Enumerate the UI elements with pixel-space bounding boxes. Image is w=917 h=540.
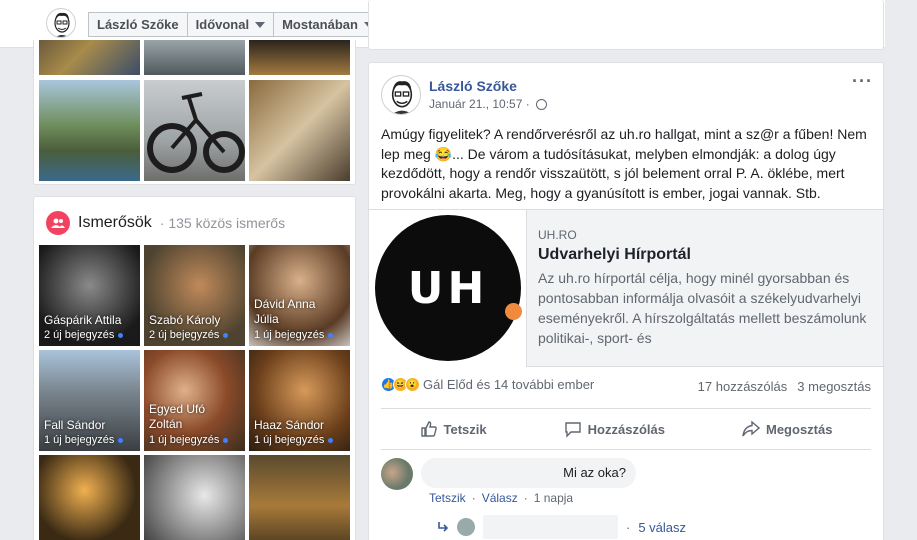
post-author-name[interactable]: László Szőke xyxy=(429,78,517,94)
share-label: Megosztás xyxy=(766,421,833,437)
comment-icon xyxy=(564,422,581,438)
photo-thumbnail[interactable] xyxy=(39,80,140,181)
link-description: Az uh.ro hírportál célja, hogy minél gyo… xyxy=(538,270,867,346)
commenter-avatar[interactable] xyxy=(381,458,413,490)
avatar[interactable] xyxy=(46,8,76,38)
profile-name: László Szőke xyxy=(97,17,179,32)
link-title[interactable]: Udvarhelyi Hírportál xyxy=(538,246,691,264)
new-indicator-icon xyxy=(328,437,334,443)
friend-tile[interactable]: Gáspárik Attila 2 új bejegyzés xyxy=(39,245,140,346)
friend-name[interactable]: Egyed Ufó Zoltán xyxy=(149,402,229,432)
photos-card xyxy=(33,40,356,185)
timeline-dropdown[interactable]: Idővonal xyxy=(188,13,275,36)
comment-time[interactable]: 1 napja xyxy=(534,491,573,505)
link-preview-image[interactable]: UH xyxy=(369,210,527,367)
recent-label: Mostanában xyxy=(282,17,358,32)
post-time-text[interactable]: Január 21., 10:57 · xyxy=(429,97,530,111)
friend-name[interactable]: Dávid Anna Júlia xyxy=(254,297,334,327)
friends-icon xyxy=(46,211,70,235)
friend-post-count: 1 új bejegyzés xyxy=(254,434,334,446)
more-options-icon[interactable]: ··· xyxy=(852,71,873,92)
shares-count[interactable]: 3 megosztás xyxy=(797,379,871,394)
new-indicator-icon xyxy=(118,437,124,443)
logo-accent-dot xyxy=(505,303,522,320)
friends-header: Ismerősök · 135 közös ismerős xyxy=(46,211,285,235)
friend-tile[interactable]: Szabó Károly 2 új bejegyzés xyxy=(144,245,245,346)
reply-avatar xyxy=(457,518,475,536)
timeline-nav: László Szőke Idővonal Mostanában xyxy=(88,12,383,37)
engagement-counts: 17 hozzászólás 3 megosztás xyxy=(698,379,871,394)
new-indicator-icon xyxy=(328,332,334,338)
friends-title[interactable]: Ismerősök xyxy=(78,214,152,232)
photo-thumbnail[interactable] xyxy=(249,40,350,75)
photo-thumbnail[interactable] xyxy=(144,80,245,181)
wow-reaction-icon: 😮 xyxy=(405,377,420,392)
comment-actions: Tetszik · Válasz · 1 napja xyxy=(429,491,574,505)
timeline-label: Idővonal xyxy=(195,17,250,32)
reactions-text[interactable]: Gál Előd és 14 további ember xyxy=(423,377,594,392)
friend-post-count: 2 új bejegyzés xyxy=(149,329,229,341)
friend-tile[interactable]: Haaz Sándor 1 új bejegyzés xyxy=(249,350,350,451)
friend-tile[interactable]: Egyed Ufó Zoltán 1 új bejegyzés xyxy=(144,350,245,451)
profile-name-button[interactable]: László Szőke xyxy=(89,13,188,36)
comments-count[interactable]: 17 hozzászólás xyxy=(698,379,788,394)
photo-thumbnail[interactable] xyxy=(249,80,350,181)
previous-post-bottom xyxy=(368,0,884,50)
link-preview[interactable]: UH UH.RO Udvarhelyi Hírportál Az uh.ro h… xyxy=(369,209,883,367)
comment-label: Hozzászólás xyxy=(587,421,665,437)
friend-tile[interactable]: Fall Sándor 1 új bejegyzés xyxy=(39,350,140,451)
post: László Szőke Január 21., 10:57 · ··· Amú… xyxy=(368,62,884,540)
reply-arrow-icon xyxy=(438,522,449,532)
friend-name[interactable]: Haaz Sándor xyxy=(254,418,324,433)
bicycle-icon xyxy=(147,92,245,173)
friend-tile[interactable] xyxy=(144,455,245,540)
share-button[interactable]: Megosztás xyxy=(742,420,832,438)
link-domain: UH.RO xyxy=(538,228,577,242)
post-body: Amúgy figyelitek? A rendőrverésről az uh… xyxy=(381,126,867,201)
friend-name[interactable]: Gáspárik Attila xyxy=(44,313,121,328)
friend-name[interactable]: Fall Sándor xyxy=(44,418,105,433)
post-actions: Tetszik Hozzászólás Megosztás xyxy=(381,408,871,450)
friend-tile[interactable] xyxy=(249,455,350,540)
replies-count[interactable]: 5 válasz xyxy=(638,520,686,535)
reactions-summary[interactable]: 👍 😆 😮 Gál Előd és 14 további ember xyxy=(381,377,594,392)
friend-tile[interactable]: Dávid Anna Júlia 1 új bejegyzés xyxy=(249,245,350,346)
friend-post-count: 1 új bejegyzés xyxy=(149,434,229,446)
recent-dropdown[interactable]: Mostanában xyxy=(274,13,382,36)
friend-post-count: 1 új bejegyzés xyxy=(44,434,124,446)
photo-thumbnail[interactable] xyxy=(39,40,140,75)
uh-logo: UH xyxy=(375,215,521,361)
like-label: Tetszik xyxy=(443,421,487,437)
new-indicator-icon xyxy=(223,332,229,338)
globe-icon xyxy=(535,98,547,110)
reply-preview xyxy=(483,515,618,539)
post-author-avatar[interactable] xyxy=(381,75,421,115)
comment-like-link[interactable]: Tetszik xyxy=(429,491,466,505)
friend-post-count: 1 új bejegyzés xyxy=(254,329,334,341)
profile-sketch-icon xyxy=(391,81,413,114)
replies-row[interactable]: · 5 válasz xyxy=(437,515,686,539)
new-indicator-icon xyxy=(223,437,229,443)
comment-reply-link[interactable]: Válasz xyxy=(482,491,518,505)
photo-thumbnail[interactable] xyxy=(144,40,245,75)
share-icon xyxy=(742,420,760,437)
comment-bubble: Mi az oka? xyxy=(421,458,636,488)
thumbs-up-icon xyxy=(420,421,437,437)
reaction-icons: 👍 😆 😮 xyxy=(381,377,420,392)
profile-sketch-icon xyxy=(54,12,70,37)
chevron-down-icon xyxy=(255,21,266,28)
comment-button[interactable]: Hozzászólás xyxy=(564,420,665,438)
post-timestamp[interactable]: Január 21., 10:57 · xyxy=(429,97,547,111)
new-indicator-icon xyxy=(118,332,124,338)
friends-card: Ismerősök · 135 közös ismerős Gáspárik A… xyxy=(33,196,356,540)
mutual-friends-count[interactable]: · 135 közös ismerős xyxy=(160,215,285,231)
friend-post-count: 2 új bejegyzés xyxy=(44,329,124,341)
friend-name[interactable]: Szabó Károly xyxy=(149,313,220,328)
comment-text: Mi az oka? xyxy=(563,465,626,480)
friend-tile[interactable] xyxy=(39,455,140,540)
like-button[interactable]: Tetszik xyxy=(420,420,487,438)
